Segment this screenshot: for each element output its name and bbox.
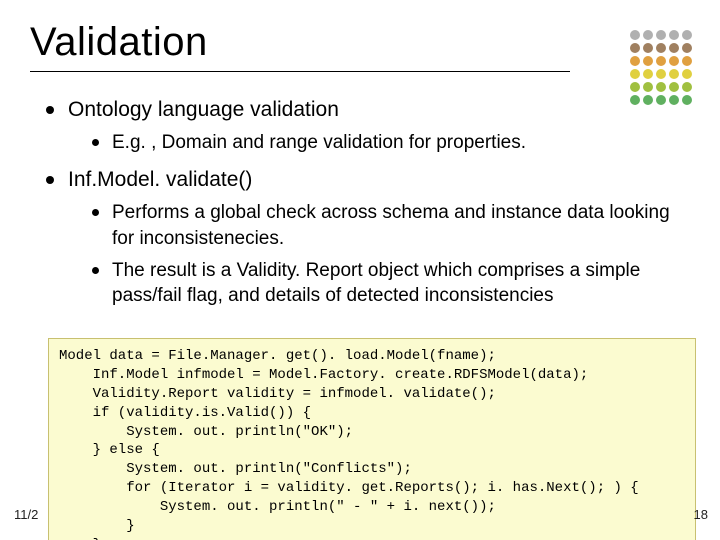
- slide-number: 18: [694, 507, 708, 522]
- dot-icon: [682, 56, 692, 66]
- dot-icon: [656, 82, 666, 92]
- sub-bullet-text: E.g. , Domain and range validation for p…: [112, 132, 526, 153]
- sub-bullet-item: E.g. , Domain and range validation for p…: [88, 130, 690, 156]
- dot-icon: [630, 82, 640, 92]
- dot-icon: [682, 69, 692, 79]
- dot-icon: [669, 82, 679, 92]
- bullet-text: Ontology language validation: [68, 98, 339, 121]
- dot-icon: [630, 69, 640, 79]
- dot-icon: [656, 43, 666, 53]
- title-underline: [30, 71, 570, 72]
- bullet-item: Ontology language validation E.g. , Doma…: [40, 96, 690, 156]
- dot-icon: [643, 82, 653, 92]
- sub-bullet-item: Performs a global check across schema an…: [88, 200, 690, 251]
- slide: Validation Ontology language validation …: [0, 0, 720, 540]
- sub-bullet-list: Performs a global check across schema an…: [88, 200, 690, 309]
- slide-title: Validation: [30, 20, 690, 65]
- dot-icon: [669, 69, 679, 79]
- dot-icon: [669, 30, 679, 40]
- dot-icon: [682, 43, 692, 53]
- dot-icon: [643, 43, 653, 53]
- dot-icon: [669, 56, 679, 66]
- decorative-dots: [630, 30, 692, 105]
- dot-icon: [643, 30, 653, 40]
- dot-icon: [643, 56, 653, 66]
- dot-icon: [656, 69, 666, 79]
- dot-icon: [656, 30, 666, 40]
- dot-icon: [669, 43, 679, 53]
- dot-icon: [630, 30, 640, 40]
- dot-icon: [656, 56, 666, 66]
- bullet-text: Inf.Model. validate(): [68, 168, 252, 191]
- dot-icon: [630, 43, 640, 53]
- sub-bullet-text: The result is a Validity. Report object …: [112, 260, 640, 307]
- dot-icon: [630, 56, 640, 66]
- code-block: Model data = File.Manager. get(). load.M…: [48, 338, 696, 540]
- dot-icon: [682, 82, 692, 92]
- dot-icon: [682, 30, 692, 40]
- sub-bullet-text: Performs a global check across schema an…: [112, 202, 670, 249]
- sub-bullet-list: E.g. , Domain and range validation for p…: [88, 130, 690, 156]
- bullet-item: Inf.Model. validate() Performs a global …: [40, 166, 690, 309]
- sub-bullet-item: The result is a Validity. Report object …: [88, 258, 690, 309]
- dot-icon: [643, 69, 653, 79]
- bullet-list: Ontology language validation E.g. , Doma…: [40, 96, 690, 309]
- footer-date: 11/2: [14, 507, 38, 522]
